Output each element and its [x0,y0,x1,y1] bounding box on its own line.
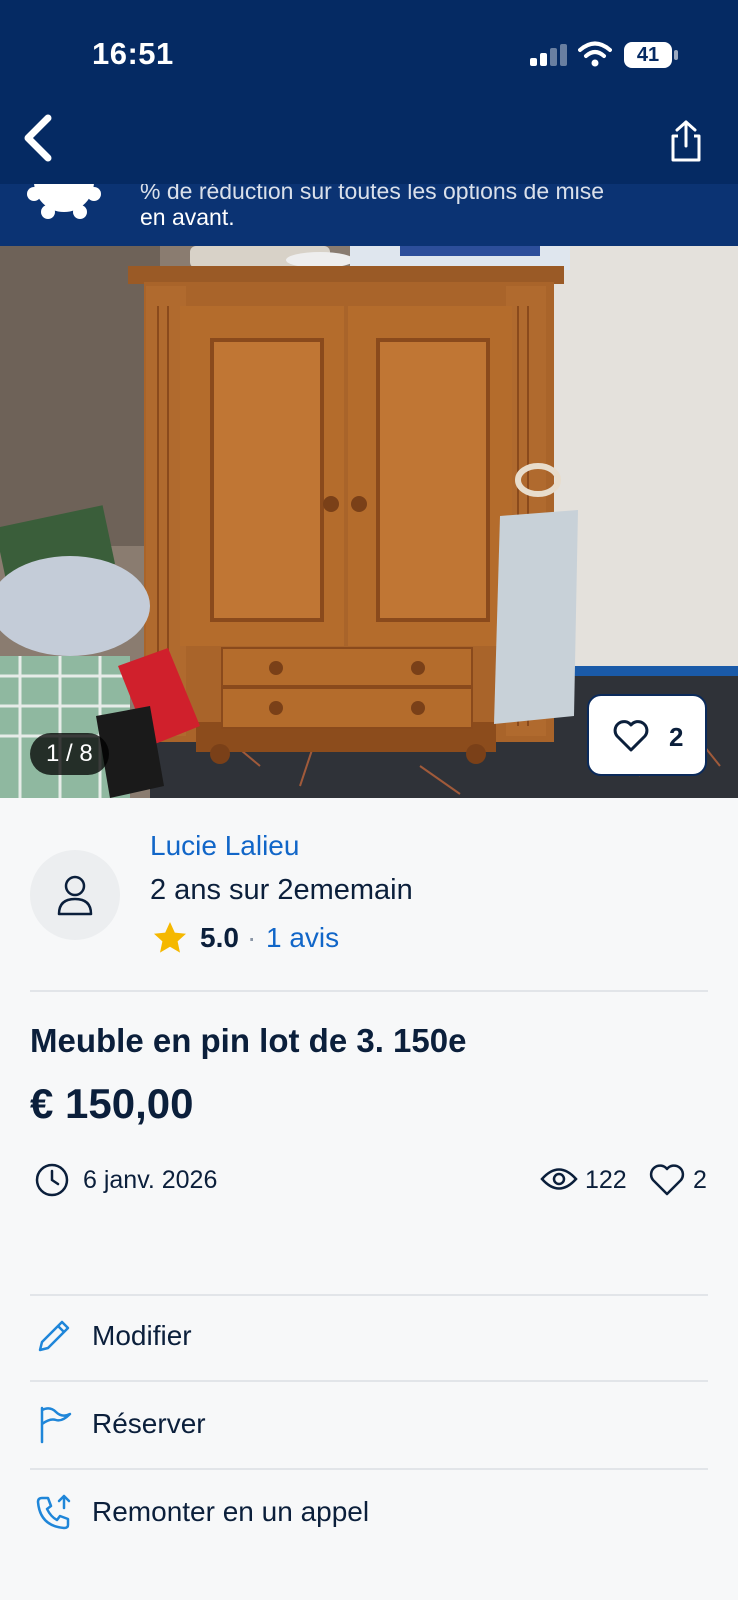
action-modifier[interactable]: Modifier [30,1294,708,1380]
favorite-button[interactable]: 2 [587,694,707,776]
eye-icon [540,1168,578,1190]
status-time: 16:51 [92,36,174,71]
action-reserver[interactable]: Réserver [30,1382,708,1468]
promo-banner[interactable]: % de réduction sur toutes les options de… [0,184,738,246]
cellular-signal-icon [530,44,567,66]
phone-up-icon [36,1494,71,1530]
heart-outline-icon [649,1164,685,1196]
back-arrow-icon[interactable] [12,108,68,168]
battery-level: 41 [636,44,660,66]
clock-icon [35,1163,69,1197]
views-count: 122 [585,1166,627,1194]
listing-price: € 150,00 [30,1080,194,1127]
wifi-icon [578,41,612,67]
seller-member-since: 2 ans sur 2ememain [150,874,413,906]
seller-reviews-link[interactable]: 1 avis [266,922,339,954]
seller-name-link[interactable]: Lucie Lalieu [150,830,299,862]
action-label: Réserver [92,1408,206,1439]
listing-title: Meuble en pin lot de 3. 150e [30,1022,467,1059]
seller-avatar[interactable] [30,850,120,940]
heart-outline-icon [613,720,649,752]
action-remonter[interactable]: Remonter en un appel [30,1470,708,1556]
seller-rating: 5.0 [200,922,239,953]
listing-date: 6 janv. 2026 [83,1166,218,1194]
likes-count: 2 [693,1166,707,1194]
flag-icon [40,1406,72,1444]
action-label: Remonter en un appel [92,1496,370,1527]
photo-counter-badge: 1 / 8 [30,733,109,775]
pencil-icon [38,1320,70,1352]
promo-text-line2: en avant. [140,204,235,230]
share-icon[interactable] [664,118,708,166]
action-label: Modifier [92,1320,192,1351]
badge-gear-icon [27,184,101,219]
favorite-count: 2 [669,722,684,752]
header-bar: 16:51 41 [0,0,738,184]
promo-text-line1: % de réduction sur toutes les options de… [140,184,605,204]
battery-cap [674,50,678,60]
rating-separator: · [247,922,257,953]
user-icon [57,875,93,916]
divider [30,990,708,992]
listing-photo[interactable]: 1 / 8 2 [0,246,738,798]
star-icon [154,922,186,953]
